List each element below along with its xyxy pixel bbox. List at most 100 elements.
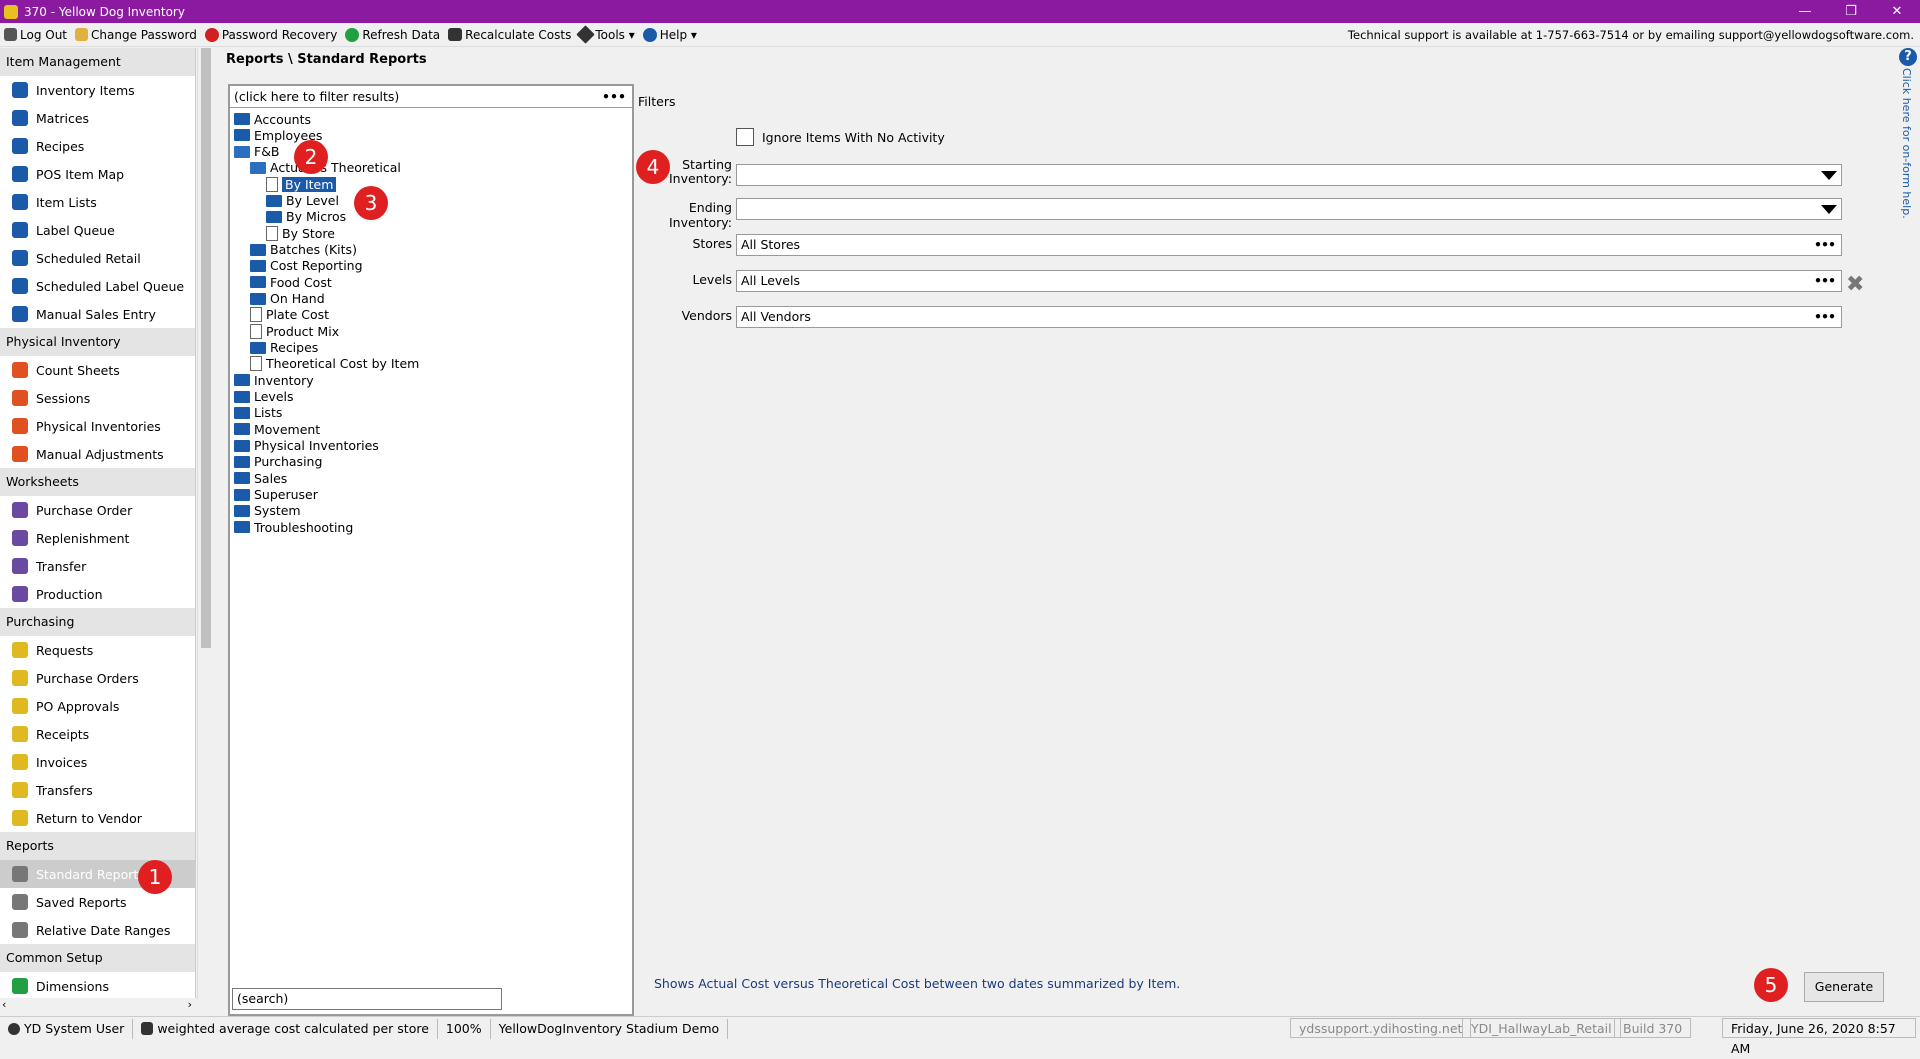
sidebar-item-manual-sales-entry[interactable]: Manual Sales Entry	[0, 300, 195, 328]
sidebar-item-saved-reports[interactable]: Saved Reports	[0, 888, 195, 916]
step-badge-1: 1	[138, 860, 172, 894]
minimize-button[interactable]: —	[1782, 0, 1828, 23]
tree-node-food-cost[interactable]: Food Cost	[250, 273, 332, 291]
tree-node-by-level[interactable]: By Level	[266, 192, 339, 210]
sidebar-horizontal-scrollbar[interactable]: ‹ ›	[0, 998, 196, 1015]
sidebar-section-item-management[interactable]: Item Management	[0, 48, 195, 76]
tree-node-theoretical-cost-by-item[interactable]: Theoretical Cost by Item	[250, 355, 419, 373]
folder-icon	[234, 504, 250, 517]
refresh-data-button[interactable]: Refresh Data	[341, 27, 444, 42]
tree-node-recipes[interactable]: Recipes	[250, 339, 318, 357]
tree-node-batches-kits-[interactable]: Batches (Kits)	[250, 241, 357, 259]
sidebar-scrollbar[interactable]	[197, 48, 214, 1000]
tree-node-superuser[interactable]: Superuser	[234, 486, 318, 504]
sidebar-item-label-queue[interactable]: Label Queue	[0, 216, 195, 244]
tools-menu[interactable]: Tools ▾	[575, 25, 638, 44]
tree-node-product-mix[interactable]: Product Mix	[250, 322, 339, 340]
tree-node-cost-reporting[interactable]: Cost Reporting	[250, 257, 363, 275]
tree-node-by-store[interactable]: By Store	[266, 224, 335, 242]
tree-node-troubleshooting[interactable]: Troubleshooting	[234, 518, 353, 536]
sidebar-item-pos-item-map[interactable]: POS Item Map	[0, 160, 195, 188]
sidebar-scroll-thumb[interactable]	[201, 48, 211, 648]
tree-node-label: Inventory	[254, 372, 314, 388]
tree-node-lists[interactable]: Lists	[234, 404, 282, 422]
tree-node-by-micros[interactable]: By Micros	[266, 208, 346, 226]
ending-inventory-dropdown[interactable]	[736, 198, 1842, 220]
sidebar-item-po-approvals[interactable]: PO Approvals	[0, 692, 195, 720]
tree-node-f-b[interactable]: F&B	[234, 143, 280, 161]
sidebar-item-invoices[interactable]: Invoices	[0, 748, 195, 776]
stores-field[interactable]: All Stores •••	[736, 234, 1842, 256]
scroll-right-icon[interactable]: ›	[188, 998, 192, 1011]
tree-node-on-hand[interactable]: On Hand	[250, 290, 325, 308]
password-recovery-button[interactable]: Password Recovery	[201, 27, 342, 42]
tree-node-plate-cost[interactable]: Plate Cost	[250, 306, 329, 324]
sidebar-item-manual-adjustments[interactable]: Manual Adjustments	[0, 440, 195, 468]
recalculate-costs-button[interactable]: Recalculate Costs	[444, 28, 575, 42]
change-password-button[interactable]: Change Password	[71, 28, 201, 42]
sidebar-section-physical-inventory[interactable]: Physical Inventory	[0, 328, 195, 356]
tree-search-input[interactable]: (search)	[232, 988, 502, 1010]
sidebar-item-inventory-items[interactable]: Inventory Items	[0, 76, 195, 104]
sidebar-item-purchase-order[interactable]: Purchase Order	[0, 496, 195, 524]
levels-picker-button[interactable]: •••	[1814, 271, 1836, 291]
vendors-picker-button[interactable]: •••	[1814, 307, 1836, 327]
sidebar-item-requests[interactable]: Requests	[0, 636, 195, 664]
sidebar-item-sessions[interactable]: Sessions	[0, 384, 195, 412]
sidebar-item-replenishment[interactable]: Replenishment	[0, 524, 195, 552]
stores-picker-button[interactable]: •••	[1814, 235, 1836, 255]
on-form-help-strip[interactable]: Click here for on-form help.	[1898, 68, 1920, 998]
help-menu[interactable]: Help ▾	[639, 27, 701, 42]
levels-field[interactable]: All Levels •••	[736, 270, 1842, 292]
scroll-left-icon[interactable]: ‹	[2, 998, 6, 1011]
sidebar-item-receipts[interactable]: Receipts	[0, 720, 195, 748]
tree-node-accounts[interactable]: Accounts	[234, 110, 311, 128]
sidebar-item-label: POS Item Map	[36, 166, 125, 182]
tree-node-purchasing[interactable]: Purchasing	[234, 453, 322, 471]
sidebar-item-count-sheets[interactable]: Count Sheets	[0, 356, 195, 384]
sidebar-item-return-to-vendor[interactable]: Return to Vendor	[0, 804, 195, 832]
tree-node-physical-inventories[interactable]: Physical Inventories	[234, 437, 379, 455]
tree-node-by-item[interactable]: By Item	[266, 175, 337, 193]
ignore-no-activity-checkbox[interactable]	[736, 128, 754, 146]
physical-inventories-icon	[12, 418, 28, 434]
vendors-field[interactable]: All Vendors •••	[736, 306, 1842, 328]
generate-button[interactable]: Generate	[1804, 972, 1884, 1002]
status-datetime: Friday, June 26, 2020 8:57 AM	[1722, 1018, 1916, 1056]
starting-inventory-dropdown[interactable]	[736, 164, 1842, 186]
sidebar-item-scheduled-label-queue[interactable]: Scheduled Label Queue	[0, 272, 195, 300]
dropdown-arrow-icon	[1821, 171, 1837, 180]
sidebar-item-matrices[interactable]: Matrices	[0, 104, 195, 132]
ignore-no-activity-label: Ignore Items With No Activity	[762, 130, 945, 145]
tree-node-movement[interactable]: Movement	[234, 420, 320, 438]
restore-button[interactable]: ❐	[1828, 0, 1874, 23]
tree-node-system[interactable]: System	[234, 502, 301, 520]
sidebar-section-reports[interactable]: Reports	[0, 832, 195, 860]
help-question-icon[interactable]: ?	[1899, 48, 1917, 66]
filter-options-button[interactable]: •••	[602, 86, 626, 108]
sidebar-section-common-setup[interactable]: Common Setup	[0, 944, 195, 972]
tree-node-inventory[interactable]: Inventory	[234, 371, 314, 389]
sidebar-item-recipes[interactable]: Recipes	[0, 132, 195, 160]
sidebar-item-relative-date-ranges[interactable]: Relative Date Ranges	[0, 916, 195, 944]
tree-node-sales[interactable]: Sales	[234, 469, 287, 487]
sidebar-item-production[interactable]: Production	[0, 580, 195, 608]
sidebar-item-scheduled-retail[interactable]: Scheduled Retail	[0, 244, 195, 272]
sidebar-item-item-lists[interactable]: Item Lists	[0, 188, 195, 216]
pos-item-map-icon	[12, 166, 28, 182]
clear-levels-icon[interactable]: ✖	[1846, 272, 1864, 297]
sidebar-item-dimensions[interactable]: Dimensions	[0, 972, 195, 1000]
sidebar-section-purchasing[interactable]: Purchasing	[0, 608, 195, 636]
logout-button[interactable]: Log Out	[0, 28, 71, 42]
close-button[interactable]: ✕	[1874, 0, 1920, 23]
sidebar-section-worksheets[interactable]: Worksheets	[0, 468, 195, 496]
sidebar-item-transfers[interactable]: Transfers	[0, 776, 195, 804]
sidebar-item-physical-inventories[interactable]: Physical Inventories	[0, 412, 195, 440]
tree-node-levels[interactable]: Levels	[234, 388, 294, 406]
sidebar-item-transfer[interactable]: Transfer	[0, 552, 195, 580]
folder-icon	[250, 341, 266, 354]
sidebar-item-purchase-orders[interactable]: Purchase Orders	[0, 664, 195, 692]
sidebar-item-label: Receipts	[36, 726, 90, 742]
tree-filter-input[interactable]: (click here to filter results) •••	[230, 86, 632, 108]
tree-node-label: Physical Inventories	[254, 438, 379, 454]
